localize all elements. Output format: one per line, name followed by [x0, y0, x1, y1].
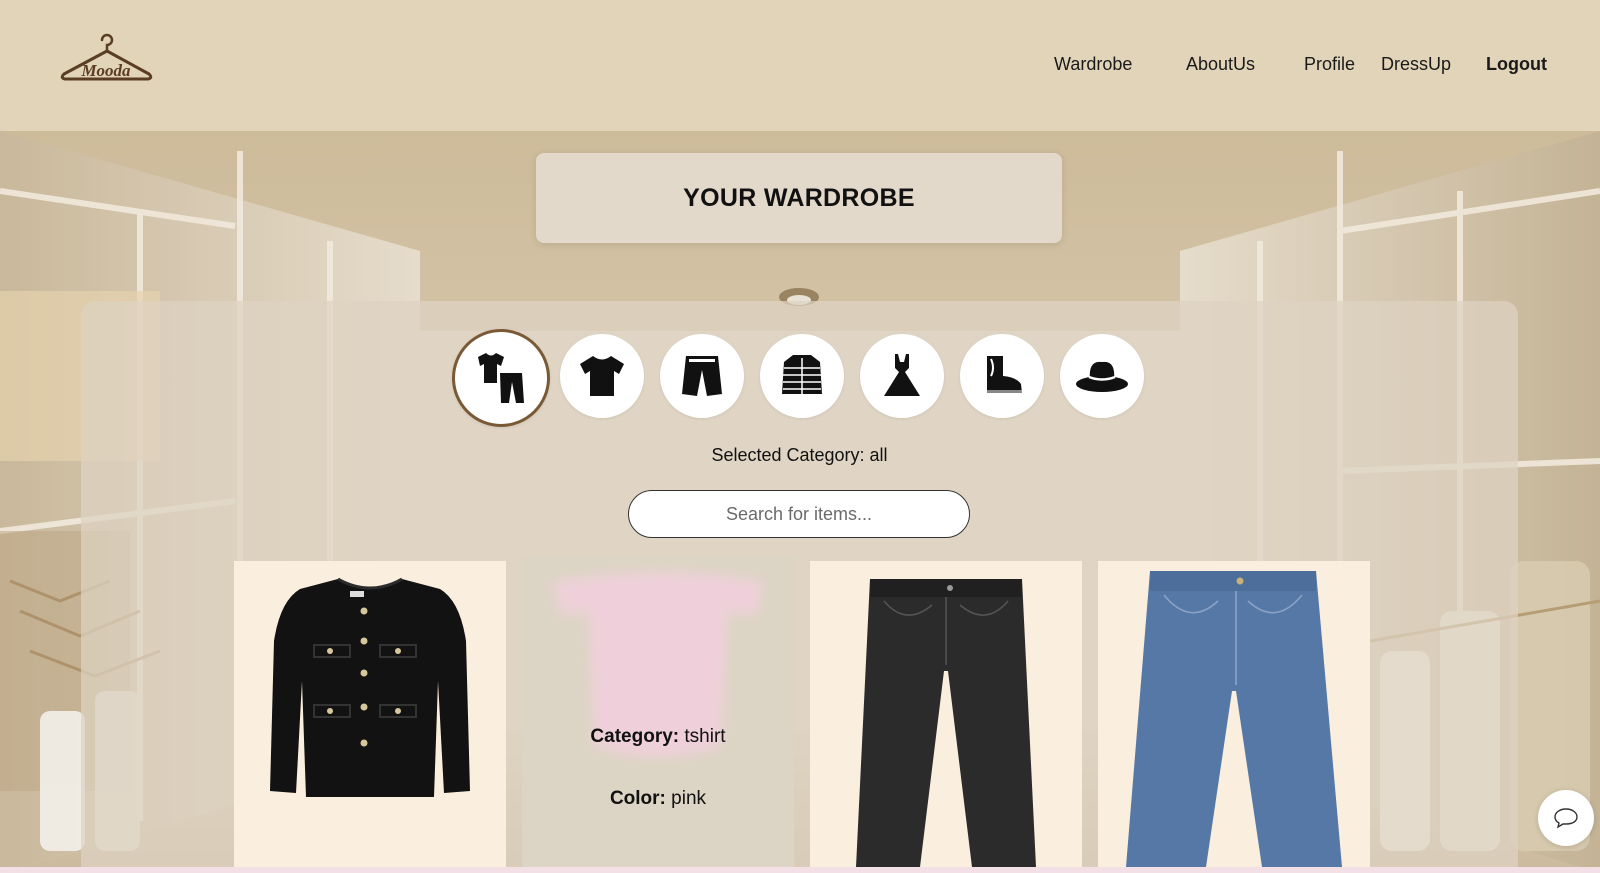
nav-dress-up[interactable]: DressUp: [1381, 54, 1451, 75]
tshirt-icon: [580, 356, 624, 396]
pink-top-image: [552, 572, 764, 757]
boot-icon: [987, 356, 1022, 393]
category-boots-button[interactable]: [960, 334, 1044, 418]
nav-about-us[interactable]: AboutUs: [1186, 54, 1255, 75]
blue-jeans-image: [1126, 571, 1342, 867]
nav-logout[interactable]: Logout: [1486, 54, 1547, 75]
bottom-edge: [0, 867, 1600, 873]
jacket-icon: [782, 355, 822, 394]
wardrobe-item-card[interactable]: [810, 561, 1082, 867]
hat-icon: [1076, 361, 1128, 392]
category-jacket-button[interactable]: [760, 334, 844, 418]
category-dress-button[interactable]: [860, 334, 944, 418]
search-input[interactable]: [628, 490, 970, 538]
category-tshirt-button[interactable]: [560, 334, 644, 418]
selected-category-label: Selected Category: all: [711, 445, 888, 465]
black-jeans-image: [856, 579, 1036, 867]
category-all-button[interactable]: [452, 329, 550, 427]
category-hat-button[interactable]: [1060, 334, 1144, 418]
wardrobe-item-card[interactable]: [234, 561, 506, 867]
dress-icon: [884, 354, 920, 396]
wardrobe-item-card[interactable]: [1098, 561, 1370, 867]
nav-profile[interactable]: Profile: [1304, 54, 1355, 75]
page-title: YOUR WARDROBE: [683, 183, 915, 212]
black-jacket-image: [270, 577, 470, 797]
wardrobe-item-card-hovered[interactable]: Category: tshirt Color: pink: [522, 556, 794, 867]
chat-bubble-icon: [1554, 808, 1578, 829]
chat-button[interactable]: [1538, 790, 1594, 846]
page-title-box: YOUR WARDROBE: [536, 153, 1062, 243]
category-shorts-button[interactable]: [660, 334, 744, 418]
all-clothes-icon: [478, 353, 524, 403]
item-color-text: Color: pink: [609, 788, 707, 809]
top-header: Mooda Wardrobe AboutUs Profile DressUp L…: [0, 0, 1600, 131]
shorts-icon: [682, 356, 722, 396]
item-category-text: Category: tshirt: [590, 726, 726, 747]
nav-wardrobe[interactable]: Wardrobe: [1054, 54, 1132, 75]
main-nav: Wardrobe AboutUs Profile DressUp Logout: [0, 54, 1600, 78]
